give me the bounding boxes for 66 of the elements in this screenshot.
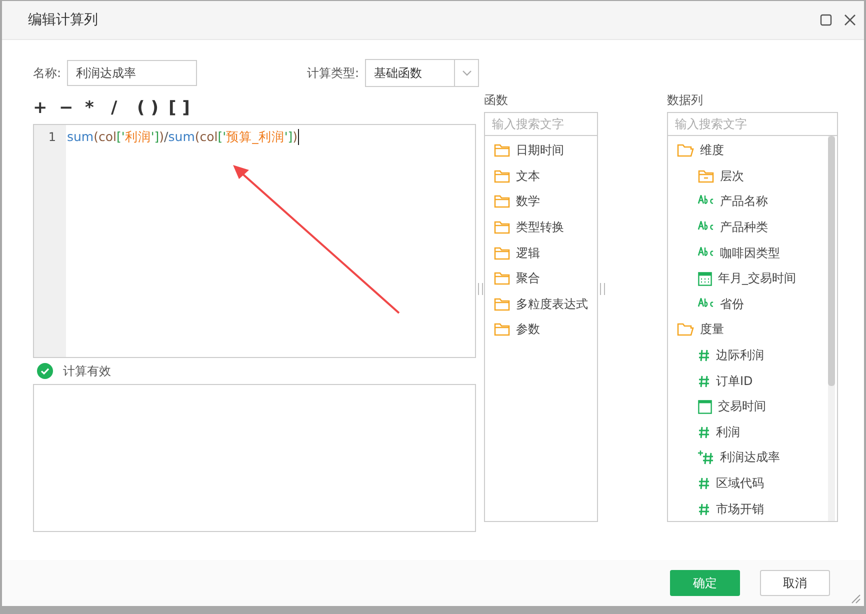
calc-type-label: 计算类型: [307, 64, 360, 82]
column-item[interactable]: 咖啡因类型 [668, 240, 837, 266]
code-line: sum(col['利润'])/sum(col['预算_利润']) [67, 128, 299, 146]
function-category[interactable]: 数学 [485, 189, 597, 215]
cancel-button[interactable]: 取消 [760, 570, 830, 596]
column-item[interactable]: 利润 [668, 420, 837, 446]
folder-icon [494, 323, 510, 336]
panel-title: 数据列 [667, 92, 704, 109]
validation-message: 计算有效 [63, 362, 111, 380]
operator-button[interactable]: * [85, 98, 107, 118]
operator-button[interactable]: / [111, 98, 133, 118]
folder-icon [494, 170, 510, 183]
function-category[interactable]: 类型转换 [485, 214, 597, 240]
calculated-hash-icon [698, 450, 714, 466]
calc-type-dropdown[interactable]: 基础函数 [365, 59, 480, 87]
operator-button[interactable]: [ ] [168, 98, 196, 118]
calendar-icon [698, 272, 712, 286]
column-item[interactable]: 交易时间 [668, 394, 837, 420]
column-item[interactable]: 产品种类 [668, 214, 837, 240]
column-item[interactable]: 订单ID [668, 368, 837, 394]
folder-icon [677, 144, 694, 158]
column-item[interactable]: 市场开销 [668, 496, 837, 522]
column-item[interactable]: 产品名称 [668, 189, 837, 215]
panel-title: 函数 [484, 92, 509, 109]
column-item[interactable]: 年月_交易时间 [668, 266, 837, 292]
hash-icon [698, 502, 710, 516]
scrollbar[interactable] [828, 136, 835, 521]
folder-icon [494, 195, 510, 208]
name-field[interactable]: 利润达成率 [67, 60, 198, 86]
scrollbar-thumb[interactable] [828, 136, 835, 386]
folder-icon [494, 144, 510, 158]
folder-icon [494, 272, 510, 286]
folder-icon [494, 221, 510, 234]
maximize-icon[interactable] [820, 14, 832, 26]
column-item[interactable]: 区域代码 [668, 470, 837, 496]
formula-editor[interactable]: 1 sum(col['利润'])/sum(col['预算_利润']) [33, 124, 476, 358]
column-folder[interactable]: 维度 [668, 138, 837, 164]
function-category[interactable]: 聚合 [485, 266, 597, 292]
function-category[interactable]: 文本 [485, 164, 597, 190]
operator-button[interactable]: ( ) [137, 98, 164, 118]
calendar-icon [698, 400, 712, 414]
function-category[interactable]: 参数 [485, 317, 597, 343]
caret-icon [462, 70, 472, 76]
hash-icon [698, 374, 710, 388]
column-folder[interactable]: 度量 [668, 317, 837, 343]
name-label: 名称: [33, 64, 62, 82]
function-category[interactable]: 逻辑 [485, 240, 597, 266]
folder-icon [698, 170, 714, 183]
column-item[interactable]: 省份 [668, 292, 837, 318]
operator-button[interactable]: − [59, 98, 81, 118]
column-item[interactable]: 边际利润 [668, 342, 837, 368]
window-title: 编辑计算列 [28, 11, 98, 29]
function-category[interactable]: 多粒度表达式 [485, 292, 597, 318]
folder-icon [494, 298, 510, 311]
hash-icon [698, 426, 710, 439]
hash-icon [698, 349, 710, 362]
hash-icon [698, 477, 710, 490]
line-number: 1 [48, 129, 56, 146]
column-item[interactable]: 利润达成率 [668, 445, 837, 471]
folder-icon [677, 323, 694, 336]
column-item[interactable]: 层次 [668, 164, 837, 190]
close-icon[interactable] [844, 14, 856, 26]
operator-button[interactable]: + [33, 98, 55, 118]
resize-handle-icon[interactable] [851, 594, 861, 604]
function-category[interactable]: 日期时间 [485, 138, 597, 164]
folder-icon [494, 246, 510, 260]
